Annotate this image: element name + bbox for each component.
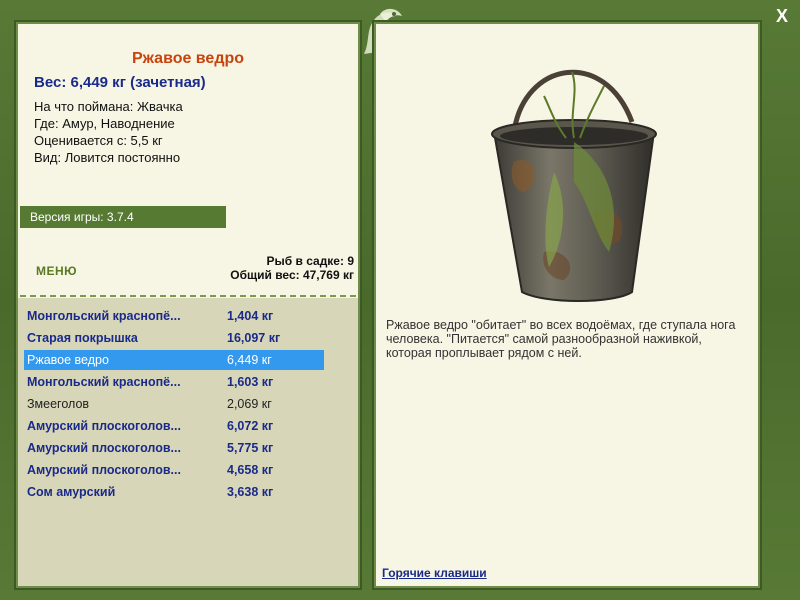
catch-name: Ржавое ведро bbox=[27, 353, 109, 367]
keepnet-total-weight: Общий вес: 47,769 кг bbox=[230, 268, 354, 282]
catch-name: Сом амурский bbox=[27, 485, 116, 499]
catch-row[interactable]: Старая покрышка 16,097 кг bbox=[24, 328, 324, 348]
fish-bait: На что поймана: Жвачка bbox=[34, 99, 183, 114]
catch-weight: 2,069 кг bbox=[227, 397, 272, 411]
catch-weight: 5,775 кг bbox=[227, 441, 274, 455]
catch-weight: 6,449 кг bbox=[227, 353, 272, 367]
catch-row[interactable]: Змееголов 2,069 кг bbox=[24, 394, 324, 414]
catch-row[interactable]: Амурский плоскоголов... 4,658 кг bbox=[24, 460, 324, 480]
catch-row[interactable]: Ржавое ведро 6,449 кг bbox=[24, 350, 324, 370]
catch-name: Монгольский краснопё... bbox=[27, 309, 181, 323]
game-version: Версия игры: 3.7.4 bbox=[20, 206, 226, 228]
fish-valued-from: Оценивается с: 5,5 кг bbox=[34, 133, 163, 148]
rusty-bucket-image bbox=[491, 69, 657, 302]
menu-button[interactable]: МЕНЮ bbox=[36, 264, 77, 278]
fish-location: Где: Амур, Наводнение bbox=[34, 116, 175, 131]
catch-name: Амурский плоскоголов... bbox=[27, 419, 181, 433]
catch-row[interactable]: Монгольский краснопё... 1,603 кг bbox=[24, 372, 324, 392]
fish-description-panel: Ржавое ведро "обитает" во всех водоёмах,… bbox=[372, 20, 762, 590]
catch-weight: 4,658 кг bbox=[227, 463, 274, 477]
divider bbox=[20, 295, 356, 297]
catch-row[interactable]: Амурский плоскоголов... 5,775 кг bbox=[24, 438, 324, 458]
catch-weight: 16,097 кг bbox=[227, 331, 281, 345]
catch-name: Старая покрышка bbox=[27, 331, 138, 345]
catch-row[interactable]: Амурский плоскоголов... 6,072 кг bbox=[24, 416, 324, 436]
catch-list[interactable]: Монгольский краснопё... 1,404 кг Старая … bbox=[18, 298, 358, 586]
catch-row[interactable]: Монгольский краснопё... 1,404 кг bbox=[24, 306, 324, 326]
keepnet-count: Рыб в садке: 9 bbox=[266, 254, 354, 268]
catch-name: Амурский плоскоголов... bbox=[27, 463, 181, 477]
catch-weight: 1,603 кг bbox=[227, 375, 274, 389]
catch-weight: 1,404 кг bbox=[227, 309, 274, 323]
keepnet-stats: Рыб в садке: 9 Общий вес: 47,769 кг bbox=[230, 254, 354, 282]
catch-weight: 3,638 кг bbox=[227, 485, 274, 499]
fish-description: Ржавое ведро "обитает" во всех водоёмах,… bbox=[386, 318, 736, 360]
catch-name: Змееголов bbox=[27, 397, 90, 411]
catch-row[interactable]: Сом амурский 3,638 кг bbox=[24, 482, 324, 502]
fish-details: На что поймана: Жвачка Где: Амур, Наводн… bbox=[34, 98, 183, 166]
catch-weight: 6,072 кг bbox=[227, 419, 274, 433]
fish-title: Ржавое ведро bbox=[131, 50, 245, 67]
fish-info-panel: Ржавое ведро Вес: 6,449 кг (зачетная) На… bbox=[14, 20, 362, 590]
close-button[interactable]: X bbox=[772, 6, 792, 26]
hotkeys-link[interactable]: Горячие клавиши bbox=[382, 566, 487, 580]
catch-name: Амурский плоскоголов... bbox=[27, 441, 181, 455]
catch-name: Монгольский краснопё... bbox=[27, 375, 181, 389]
close-icon: X bbox=[775, 6, 788, 26]
fish-kind: Вид: Ловится постоянно bbox=[34, 150, 181, 165]
fish-weight: Вес: 6,449 кг (зачетная) bbox=[34, 74, 206, 91]
